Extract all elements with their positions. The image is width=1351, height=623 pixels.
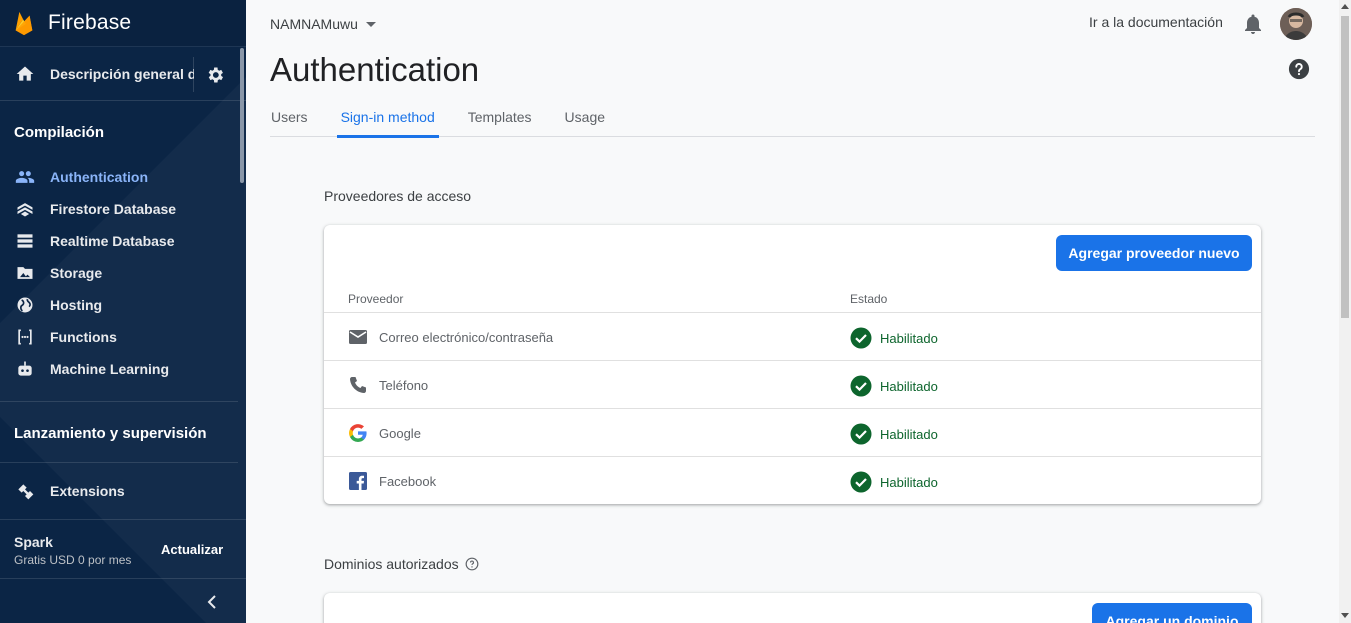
home-icon: [0, 64, 50, 84]
sidebar-item-label: Firestore Database: [50, 201, 177, 217]
chevron-left-icon[interactable]: [204, 592, 220, 612]
table-row[interactable]: Teléfono Habilitado: [324, 360, 1261, 408]
status-badge: Habilitado: [850, 375, 938, 397]
sidebar-item-authentication[interactable]: Authentication: [0, 161, 246, 193]
add-provider-button[interactable]: Agregar proveedor nuevo: [1056, 235, 1252, 271]
docs-link[interactable]: Ir a la documentación: [1089, 14, 1223, 30]
check-circle-icon: [850, 471, 872, 493]
domains-section-title: Dominios autorizados: [324, 556, 479, 572]
help-icon[interactable]: [1288, 58, 1310, 80]
tab-users[interactable]: Users: [270, 106, 309, 137]
status-badge: Habilitado: [850, 327, 938, 349]
tab-usage[interactable]: Usage: [564, 106, 606, 137]
table-row[interactable]: Facebook Habilitado: [324, 456, 1261, 504]
google-icon: [349, 424, 367, 442]
sidebar-item-label: Realtime Database: [50, 233, 175, 249]
facebook-icon: [349, 472, 367, 490]
scroll-thumb[interactable]: [1341, 16, 1349, 318]
bell-icon[interactable]: [1243, 13, 1263, 35]
page-scrollbar[interactable]: [1339, 0, 1351, 623]
sidebar-item-hosting[interactable]: Hosting: [0, 289, 246, 321]
chevron-down-icon: [365, 21, 376, 27]
sidebar-item-storage[interactable]: Storage: [0, 257, 246, 289]
tab-templates[interactable]: Templates: [467, 106, 533, 137]
check-circle-icon: [850, 375, 872, 397]
gear-icon[interactable]: [205, 65, 225, 85]
tab-bar: Users Sign-in method Templates Usage: [270, 106, 1315, 138]
table-row[interactable]: Correo electrónico/contraseña Habilitado: [324, 312, 1261, 360]
tab-sign-in-method[interactable]: Sign-in method: [336, 106, 439, 138]
status-text: Habilitado: [880, 474, 938, 490]
check-circle-icon: [850, 327, 872, 349]
phone-icon: [350, 377, 366, 393]
table-row[interactable]: Google Habilitado: [324, 408, 1261, 456]
providers-card: Agregar proveedor nuevo Proveedor Estado…: [324, 225, 1261, 504]
firestore-icon: [0, 199, 50, 219]
mail-icon: [349, 330, 367, 344]
provider-name: Correo electrónico/contraseña: [379, 330, 554, 345]
brand-name: Firebase: [48, 11, 132, 34]
column-header-provider: Proveedor: [348, 292, 404, 306]
build-nav: Authentication Firestore Database Realti…: [0, 161, 246, 385]
page-title: Authentication: [270, 51, 480, 88]
sidebar-item-label: Extensions: [50, 483, 125, 499]
functions-icon: [0, 327, 50, 347]
people-icon: [0, 167, 50, 187]
add-domain-button[interactable]: Agregar un dominio: [1092, 603, 1252, 623]
build-section-title: Compilación: [14, 124, 105, 141]
status-text: Habilitado: [880, 426, 938, 442]
database-icon: [0, 231, 50, 251]
firebase-logo-icon: [15, 11, 33, 36]
project-name: NAMNAMuwu: [270, 16, 358, 32]
plan-name: Spark: [14, 534, 53, 550]
plan-price: Gratis USD 0 por mes: [14, 553, 132, 567]
robot-icon: [0, 359, 50, 379]
status-text: Habilitado: [880, 378, 938, 394]
globe-icon: [0, 295, 50, 315]
divider: [193, 57, 194, 92]
project-selector[interactable]: NAMNAMuwu: [270, 16, 376, 32]
status-badge: Habilitado: [850, 471, 938, 493]
status-badge: Habilitado: [850, 423, 938, 445]
providers-section-label: Proveedores de acceso: [324, 188, 472, 204]
sidebar-item-label: Functions: [50, 329, 117, 345]
project-overview[interactable]: Descripción general del proyecto: [0, 46, 246, 101]
sidebar-item-machine-learning[interactable]: Machine Learning: [0, 353, 246, 385]
sidebar-item-functions[interactable]: Functions: [0, 321, 246, 353]
main-content: NAMNAMuwu Ir a la documentación Authenti…: [246, 0, 1339, 623]
upgrade-button[interactable]: Actualizar: [161, 542, 223, 557]
help-circle-icon[interactable]: [465, 557, 479, 571]
sidebar-item-label: Machine Learning: [50, 361, 170, 377]
domains-card: Agregar un dominio: [324, 593, 1261, 623]
sidebar-item-extensions[interactable]: Extensions: [0, 475, 246, 507]
brand[interactable]: Firebase: [0, 0, 246, 46]
sidebar: Firebase Descripción general del proyect…: [0, 0, 246, 623]
check-circle-icon: [850, 423, 872, 445]
sidebar-item-label: Storage: [50, 265, 103, 281]
sidebar-item-label: Hosting: [50, 297, 103, 313]
scroll-up-icon[interactable]: [1341, 4, 1349, 9]
provider-name: Facebook: [379, 474, 437, 489]
extensions-icon: [0, 481, 50, 501]
column-header-status: Estado: [850, 292, 888, 306]
scroll-down-icon[interactable]: [1341, 613, 1349, 618]
provider-name: Teléfono: [379, 378, 429, 393]
release-section-title: Lanzamiento y supervisión: [14, 425, 207, 442]
sidebar-item-realtime-database[interactable]: Realtime Database: [0, 225, 246, 257]
provider-name: Google: [379, 426, 421, 441]
sidebar-scrollbar[interactable]: [240, 48, 244, 183]
providers-section-title: Proveedores de acceso: [324, 188, 471, 204]
avatar[interactable]: [1280, 8, 1312, 40]
image-icon: [0, 263, 50, 283]
status-text: Habilitado: [880, 330, 938, 346]
sidebar-item-firestore[interactable]: Firestore Database: [0, 193, 246, 225]
plan-panel: Spark Gratis USD 0 por mes Actualizar: [0, 519, 246, 579]
domains-section-label: Dominios autorizados: [324, 556, 459, 572]
sidebar-item-label: Authentication: [50, 169, 148, 185]
project-overview-label: Descripción general del proyecto: [50, 65, 194, 82]
